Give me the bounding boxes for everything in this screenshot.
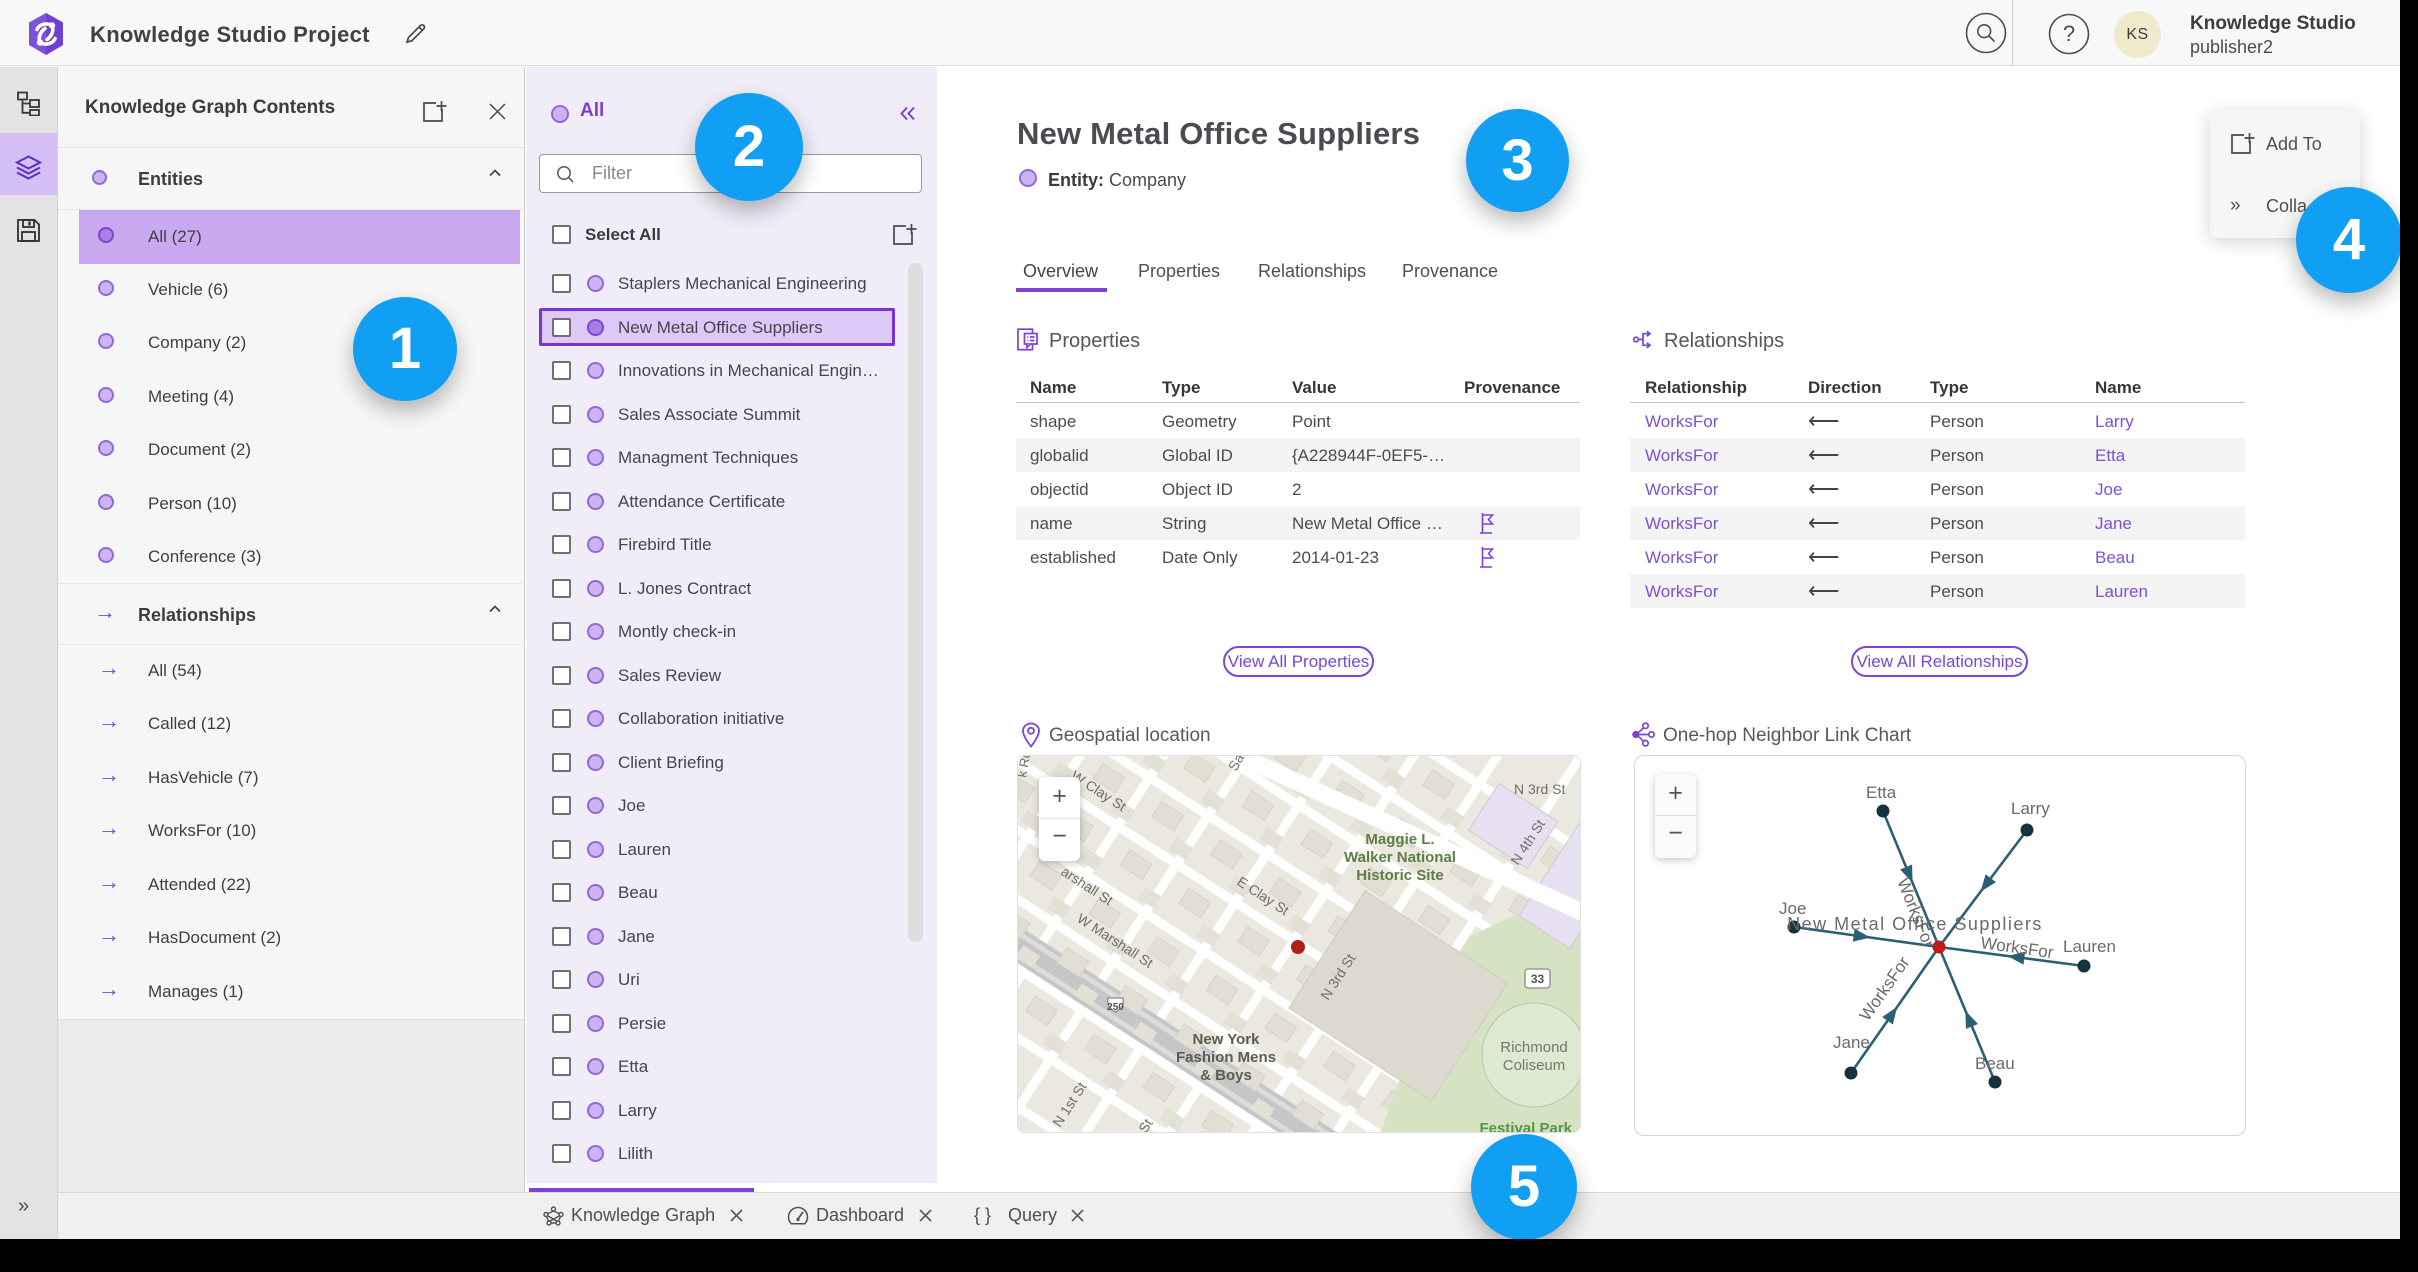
svg-text:New York: New York bbox=[1193, 1031, 1261, 1048]
svg-text:33: 33 bbox=[1531, 972, 1545, 986]
svg-text:250: 250 bbox=[1107, 1002, 1124, 1013]
svg-text:Maggie L.: Maggie L. bbox=[1365, 831, 1434, 848]
svg-text:Historic Site: Historic Site bbox=[1356, 867, 1444, 884]
svg-text:WorksFor: WorksFor bbox=[1856, 953, 1914, 1024]
svg-text:Lauren: Lauren bbox=[2063, 937, 2116, 956]
svg-text:& Boys: & Boys bbox=[1200, 1067, 1252, 1084]
svg-text:N 3rd St: N 3rd St bbox=[1514, 781, 1565, 797]
svg-text:Festival Park: Festival Park bbox=[1479, 1120, 1572, 1133]
svg-text:Etta: Etta bbox=[1866, 783, 1897, 802]
svg-text:Beau: Beau bbox=[1975, 1054, 2015, 1073]
svg-text:Fashion Mens: Fashion Mens bbox=[1176, 1049, 1276, 1066]
svg-text:Larry: Larry bbox=[2011, 799, 2050, 818]
svg-text:Richmond: Richmond bbox=[1500, 1039, 1568, 1056]
svg-text:Walker National: Walker National bbox=[1344, 849, 1456, 866]
svg-text:Coliseum: Coliseum bbox=[1503, 1057, 1566, 1074]
svg-text:Jane: Jane bbox=[1833, 1033, 1870, 1052]
